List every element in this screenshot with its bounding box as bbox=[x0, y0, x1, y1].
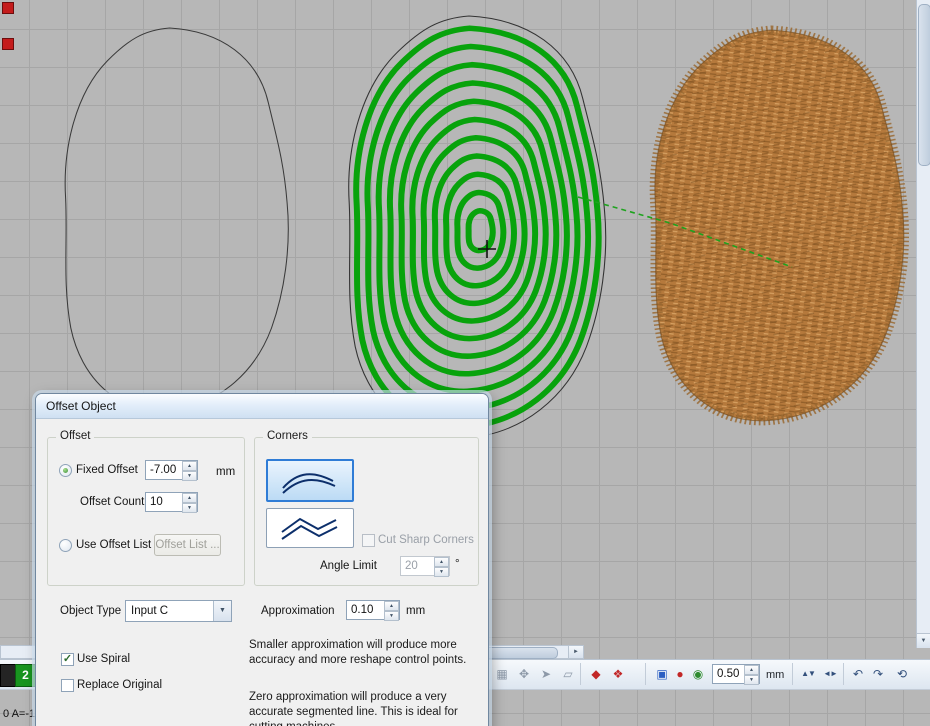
rotate-45-icon[interactable]: ⟲ bbox=[892, 664, 912, 684]
mirror-horizontal-icon[interactable]: ◄► bbox=[820, 664, 840, 684]
approximation-unit: mm bbox=[406, 605, 425, 617]
toolbar-separator bbox=[645, 663, 646, 685]
dropdown-arrow-icon[interactable]: ▼ bbox=[213, 601, 231, 621]
cut-sharp-corners-checkbox[interactable] bbox=[362, 534, 375, 547]
selection-marker-icon bbox=[2, 38, 14, 50]
spin-down-icon[interactable]: ▼ bbox=[182, 503, 197, 513]
stitch-length-spinner[interactable]: ▲ ▼ bbox=[744, 665, 759, 683]
rounded-corner-button[interactable] bbox=[266, 459, 354, 502]
block-select-icon[interactable]: ▣ bbox=[652, 664, 672, 684]
fixed-offset-label[interactable]: Fixed Offset bbox=[76, 464, 138, 476]
rotate-ccw-icon[interactable]: ↶ bbox=[848, 664, 868, 684]
fixed-offset-unit: mm bbox=[216, 466, 235, 478]
replace-original-checkbox[interactable] bbox=[61, 679, 74, 692]
offset-group: Offset Fixed Offset -7.00 ▲ ▼ mm Offset … bbox=[47, 437, 245, 586]
approximation-help-text: Smaller approximation will produce more … bbox=[249, 638, 483, 668]
spin-up-icon[interactable]: ▲ bbox=[384, 601, 399, 611]
stitch-length-value[interactable]: 0.50 bbox=[713, 665, 744, 683]
spin-up-icon[interactable]: ▲ bbox=[744, 665, 759, 675]
entry-exit-icon[interactable]: ◉ bbox=[688, 664, 708, 684]
selection-marker-icon bbox=[2, 2, 14, 14]
angle-limit-unit: ° bbox=[455, 558, 460, 570]
fixed-offset-field[interactable]: -7.00 ▲ ▼ bbox=[145, 460, 198, 480]
offset-count-value[interactable]: 10 bbox=[146, 493, 182, 511]
use-offset-list-label[interactable]: Use Offset List bbox=[76, 539, 151, 551]
spin-down-icon[interactable]: ▼ bbox=[384, 611, 399, 621]
use-spiral-checkbox[interactable]: ✓ bbox=[61, 653, 74, 666]
angle-limit-value[interactable]: 20 bbox=[401, 557, 434, 575]
spin-down-icon[interactable]: ▼ bbox=[182, 471, 197, 481]
spin-down-icon[interactable]: ▼ bbox=[744, 675, 759, 685]
offset-count-spinner[interactable]: ▲ ▼ bbox=[182, 493, 197, 511]
active-color-swatch[interactable]: 2 bbox=[15, 664, 36, 687]
hscroll-right-button[interactable]: ► bbox=[568, 646, 583, 658]
replace-original-label[interactable]: Replace Original bbox=[77, 679, 162, 691]
toolbar-separator bbox=[792, 663, 793, 685]
object-type-combobox[interactable]: Input C ▼ bbox=[125, 600, 232, 622]
corners-group-label: Corners bbox=[263, 430, 312, 442]
node-point-icon[interactable]: ● bbox=[670, 664, 690, 684]
offset-count-field[interactable]: 10 ▲ ▼ bbox=[145, 492, 198, 512]
sharp-corner-icon bbox=[278, 514, 342, 542]
dialog-title: Offset Object bbox=[36, 394, 116, 413]
sharp-corner-button[interactable] bbox=[266, 508, 354, 548]
approximation-label: Approximation bbox=[261, 605, 335, 617]
corners-group: Corners Cut Sharp Corners Angle Limit 20 bbox=[254, 437, 479, 586]
zero-approximation-help-text: Zero approximation will produce a very a… bbox=[249, 690, 483, 726]
stitch-player-icon[interactable]: ➤ bbox=[536, 664, 556, 684]
stitch-points-icon[interactable]: ❖ bbox=[608, 664, 628, 684]
spin-up-icon[interactable]: ▲ bbox=[434, 557, 449, 567]
fixed-offset-value[interactable]: -7.00 bbox=[146, 461, 182, 479]
angle-limit-field[interactable]: 20 ▲ ▼ bbox=[400, 556, 450, 576]
vscroll-thumb[interactable] bbox=[918, 4, 930, 166]
fixed-offset-radio[interactable] bbox=[59, 464, 72, 477]
offset-fill-shape[interactable] bbox=[349, 16, 606, 438]
palette-black-swatch[interactable] bbox=[0, 664, 16, 687]
select-tool-icon[interactable]: ▦ bbox=[492, 664, 512, 684]
object-type-value[interactable]: Input C bbox=[126, 601, 213, 621]
object-type-label: Object Type bbox=[60, 605, 121, 617]
dialog-titlebar[interactable]: Offset Object bbox=[36, 394, 488, 419]
use-offset-list-radio[interactable] bbox=[59, 539, 72, 552]
angle-limit-spinner[interactable]: ▲ ▼ bbox=[434, 557, 449, 575]
stitch-length-unit: mm bbox=[766, 669, 784, 681]
mirror-vertical-icon[interactable]: ▲▼ bbox=[798, 664, 818, 684]
offset-group-label: Offset bbox=[56, 430, 94, 442]
shape-tool-icon[interactable]: ▱ bbox=[558, 664, 578, 684]
vscroll-down-button[interactable]: ▼ bbox=[917, 633, 930, 648]
rounded-corner-icon bbox=[278, 467, 342, 495]
spin-up-icon[interactable]: ▲ bbox=[182, 493, 197, 503]
fixed-offset-spinner[interactable]: ▲ ▼ bbox=[182, 461, 197, 479]
offset-count-label: Offset Count bbox=[80, 496, 144, 508]
approximation-spinner[interactable]: ▲ ▼ bbox=[384, 601, 399, 619]
outline-shape[interactable] bbox=[65, 28, 288, 411]
stitch-shape[interactable] bbox=[655, 30, 904, 421]
approximation-field[interactable]: 0.10 ▲ ▼ bbox=[346, 600, 400, 620]
rotate-cw-icon[interactable]: ↷ bbox=[868, 664, 888, 684]
application-window: ▼ ► ▦ ✥ ➤ ▱ ◆ ❖ ▣ ● ◉ 0.50 ▲ ▼ mm ▲▼ ◄► … bbox=[0, 0, 930, 726]
reshape-tool-icon[interactable]: ✥ bbox=[514, 664, 534, 684]
spin-up-icon[interactable]: ▲ bbox=[182, 461, 197, 471]
stitch-marker-icon[interactable]: ◆ bbox=[586, 664, 606, 684]
spin-down-icon[interactable]: ▼ bbox=[434, 567, 449, 577]
use-spiral-label[interactable]: Use Spiral bbox=[77, 653, 130, 665]
toolbar-separator bbox=[843, 663, 844, 685]
offset-object-dialog: Offset Object Offset Fixed Offset -7.00 … bbox=[35, 393, 489, 726]
toolbar-separator bbox=[580, 663, 581, 685]
approximation-value[interactable]: 0.10 bbox=[347, 601, 384, 619]
offset-list-button[interactable]: Offset List ... bbox=[154, 534, 221, 556]
stitch-length-field[interactable]: 0.50 ▲ ▼ bbox=[712, 664, 760, 684]
vertical-scrollbar[interactable]: ▼ bbox=[916, 0, 930, 648]
cut-sharp-corners-label: Cut Sharp Corners bbox=[378, 534, 474, 546]
angle-limit-label: Angle Limit bbox=[320, 560, 377, 572]
